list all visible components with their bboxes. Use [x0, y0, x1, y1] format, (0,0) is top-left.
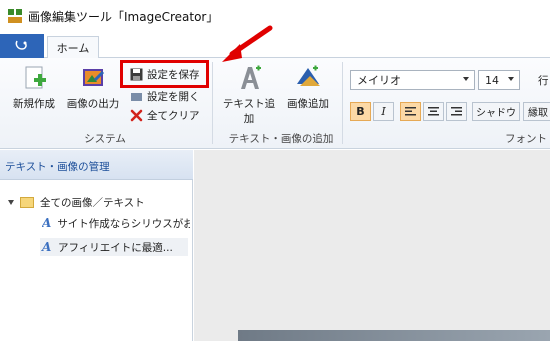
- management-panel: テキスト・画像の管理 全ての画像／テキスト A サイト作成ならシリウスがお️ A…: [0, 150, 193, 341]
- app-menu-icon: [15, 40, 27, 50]
- add-image-button[interactable]: 画像追加: [283, 64, 333, 111]
- list-item[interactable]: A サイト作成ならシリウスがお️: [42, 214, 190, 232]
- app-logo-icon: [8, 9, 22, 23]
- align-center-icon: [428, 107, 439, 116]
- bold-button[interactable]: B: [350, 102, 371, 121]
- panel-title: テキスト・画像の管理: [0, 150, 193, 180]
- annotation-arrow-icon: [222, 25, 273, 62]
- font-family-select[interactable]: メイリオ: [350, 70, 475, 90]
- italic-label: I: [381, 105, 386, 118]
- output-image-button[interactable]: 画像の出力: [64, 64, 122, 111]
- chevron-down-icon: [508, 77, 514, 81]
- canvas-image[interactable]: [238, 330, 550, 341]
- add-text-label: テキスト追加: [222, 98, 276, 125]
- ribbon: 新規作成 画像の出力 設定を保存 設定を開く 全てクリア システム テキスト追加…: [0, 58, 550, 149]
- expand-arrow-icon[interactable]: [8, 199, 14, 205]
- annotation-highlight-box: [120, 60, 209, 88]
- tree-root[interactable]: 全ての画像／テキスト: [8, 193, 188, 211]
- align-right-button[interactable]: [446, 102, 467, 121]
- text-item-icon: A: [42, 216, 52, 230]
- tree-root-label: 全ての画像／テキスト: [40, 196, 145, 209]
- bold-label: B: [356, 105, 365, 118]
- italic-button[interactable]: I: [373, 102, 394, 121]
- tab-home[interactable]: ホーム: [47, 36, 99, 59]
- clear-x-icon: [130, 109, 143, 122]
- chevron-down-icon: [463, 77, 469, 81]
- clear-all-label: 全てクリア: [147, 110, 200, 122]
- align-left-icon: [405, 107, 416, 116]
- new-button-label: 新規作成: [13, 98, 55, 110]
- group-label-font: フォント: [505, 133, 547, 145]
- folder-icon: [20, 196, 34, 208]
- group-label-add: テキスト・画像の追加: [228, 133, 334, 145]
- output-image-label: 画像の出力: [66, 98, 120, 110]
- add-image-icon: [294, 64, 322, 92]
- line-spacing-label: 行: [538, 72, 549, 89]
- list-item-label: アフィリエイトに最適...: [58, 241, 173, 254]
- window-title: 画像編集ツール「ImageCreator」: [28, 9, 219, 24]
- ribbon-separator: [212, 62, 213, 144]
- clear-all-button[interactable]: 全てクリア: [130, 107, 200, 124]
- open-settings-button[interactable]: 設定を開く: [130, 88, 200, 105]
- export-image-icon: [79, 64, 107, 92]
- font-family-value: メイリオ: [357, 74, 401, 87]
- app-menu-button[interactable]: [0, 34, 44, 58]
- border-label: 縁取: [528, 108, 548, 119]
- add-image-label: 画像追加: [287, 98, 329, 110]
- shadow-button[interactable]: シャドウ: [472, 102, 520, 121]
- list-item[interactable]: A アフィリエイトに最適...: [40, 238, 188, 256]
- canvas-area[interactable]: [194, 150, 550, 341]
- align-center-button[interactable]: [423, 102, 444, 121]
- open-settings-label: 設定を開く: [147, 91, 200, 103]
- align-right-icon: [451, 107, 462, 116]
- text-item-icon: A: [42, 240, 52, 254]
- ribbon-separator: [342, 62, 343, 144]
- new-button[interactable]: 新規作成: [8, 64, 60, 111]
- align-left-button[interactable]: [400, 102, 421, 121]
- group-label-system: システム: [84, 133, 126, 145]
- font-size-select[interactable]: 14: [478, 70, 520, 90]
- new-document-icon: [20, 64, 48, 92]
- shadow-label: シャドウ: [476, 108, 516, 119]
- font-size-value: 14: [485, 73, 499, 87]
- line-label: 行: [538, 75, 549, 87]
- add-text-button[interactable]: テキスト追加: [218, 64, 280, 126]
- open-folder-icon: [130, 90, 143, 103]
- border-button[interactable]: 縁取: [523, 102, 550, 121]
- list-item-label: サイト作成ならシリウスがお️: [57, 217, 190, 230]
